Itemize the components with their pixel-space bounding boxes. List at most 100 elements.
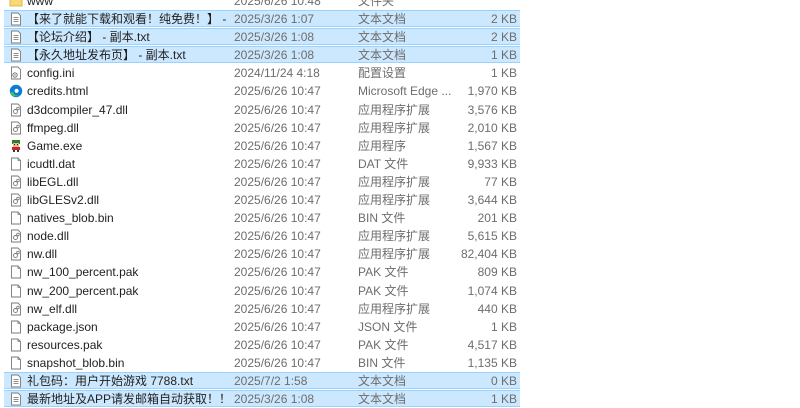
file-row[interactable]: 【论坛介绍】 - 副本.txt 2025/3/26 1:08 文本文档 2 KB [0, 28, 800, 46]
file-type: PAK 文件 [358, 265, 409, 280]
file-name: 【永久地址发布页】 - 副本.txt [27, 48, 186, 63]
dll-file-icon [9, 121, 23, 135]
file-row[interactable]: package.json 2025/6/26 10:47 JSON 文件 1 KB [0, 318, 800, 336]
blank-file-icon [9, 157, 23, 171]
file-row[interactable]: natives_blob.bin 2025/6/26 10:47 BIN 文件 201… [0, 209, 800, 227]
dll-file-icon [9, 103, 23, 117]
file-name: Game.exe [27, 138, 83, 153]
file-type: 应用程序扩展 [358, 193, 431, 208]
file-size: 1,567 KB [467, 138, 517, 153]
file-name: 最新地址及APP请发邮箱自动获取！！！ [27, 392, 227, 407]
folder-icon [9, 0, 23, 8]
file-date-modified: 2025/6/26 10:47 [234, 229, 321, 244]
file-type: 文件夹 [358, 0, 395, 8]
file-size: 1,970 KB [467, 84, 517, 99]
file-name: nw_200_percent.pak [27, 283, 139, 298]
file-date-modified: 2025/3/26 1:07 [234, 12, 315, 27]
file-row[interactable]: libGLESv2.dll 2025/6/26 10:47 应用程序扩展 3,644 … [0, 191, 800, 209]
game-exe-icon [9, 139, 23, 153]
file-list: www 2025/6/26 10:48 文件夹 【来了就能下载和观看！纯免费！】 - … [0, 0, 800, 408]
file-size: 1 KB [490, 66, 517, 81]
file-type: 文本文档 [358, 373, 407, 388]
file-row[interactable]: 【永久地址发布页】 - 副本.txt 2025/3/26 1:08 文本文档 1 KB [0, 46, 800, 64]
file-row[interactable]: credits.html 2025/6/26 10:47 Microsoft Edg… [0, 82, 800, 100]
file-size: 1,135 KB [467, 355, 517, 370]
file-size: 2 KB [490, 12, 517, 27]
file-row[interactable]: node.dll 2025/6/26 10:47 应用程序扩展 5,615 KB [0, 227, 800, 245]
file-row[interactable]: snapshot_blob.bin 2025/6/26 10:47 BIN 文件 1,… [0, 354, 800, 372]
file-size: 77 KB [484, 174, 517, 189]
file-row[interactable]: nw_200_percent.pak 2025/6/26 10:47 PAK 文件 1… [0, 282, 800, 300]
file-size: 82,404 KB [460, 247, 517, 262]
file-row[interactable]: icudtl.dat 2025/6/26 10:47 DAT 文件 9,933 KB [0, 155, 800, 173]
text-file-icon [9, 48, 23, 62]
file-name: www [27, 0, 53, 8]
file-date-modified: 2025/6/26 10:47 [234, 355, 321, 370]
file-name: resources.pak [27, 337, 103, 352]
file-row[interactable]: www 2025/6/26 10:48 文件夹 [0, 0, 800, 10]
dll-file-icon [9, 175, 23, 189]
file-name: nw_elf.dll [27, 301, 78, 316]
file-size: 5,615 KB [467, 229, 517, 244]
file-row[interactable]: nw.dll 2025/6/26 10:47 应用程序扩展 82,404 KB [0, 245, 800, 263]
file-row[interactable]: d3dcompiler_47.dll 2025/6/26 10:47 应用程序扩展 3… [0, 101, 800, 119]
file-date-modified: 2025/6/26 10:47 [234, 337, 321, 352]
file-date-modified: 2025/6/26 10:47 [234, 283, 321, 298]
file-row[interactable]: nw_elf.dll 2025/6/26 10:47 应用程序扩展 440 KB [0, 300, 800, 318]
file-type: 应用程序扩展 [358, 301, 431, 316]
file-type: DAT 文件 [358, 156, 409, 171]
file-type: JSON 文件 [358, 319, 418, 334]
edge-icon [9, 84, 23, 98]
file-row[interactable]: resources.pak 2025/6/26 10:47 PAK 文件 4,517 … [0, 336, 800, 354]
blank-file-icon [9, 356, 23, 370]
file-type: PAK 文件 [358, 337, 409, 352]
file-date-modified: 2025/6/26 10:47 [234, 319, 321, 334]
file-date-modified: 2025/3/26 1:08 [234, 48, 315, 63]
file-row[interactable]: 礼包码：用户开始游戏 7788.txt 2025/7/2 1:58 文本文档 0 KB [0, 371, 800, 390]
file-name: icudtl.dat [27, 156, 76, 171]
file-name: node.dll [27, 229, 70, 244]
file-size: 201 KB [477, 211, 517, 226]
blank-file-icon [9, 284, 23, 298]
file-date-modified: 2025/6/26 10:47 [234, 211, 321, 226]
file-name: 【来了就能下载和观看！纯免费！】 - 副... [27, 12, 227, 27]
file-size: 9,933 KB [467, 156, 517, 171]
file-row[interactable]: 【来了就能下载和观看！纯免费！】 - 副... 2025/3/26 1:07 文本文… [0, 10, 800, 28]
file-type: 应用程序扩展 [358, 229, 431, 244]
file-name: nw.dll [27, 247, 58, 262]
file-date-modified: 2025/6/26 10:47 [234, 138, 321, 153]
dll-file-icon [9, 193, 23, 207]
dll-file-icon [9, 247, 23, 261]
file-name: libEGL.dll [27, 174, 79, 189]
file-type: 配置设置 [358, 66, 407, 81]
file-name: 【论坛介绍】 - 副本.txt [27, 30, 150, 45]
file-type: Microsoft Edge ... [358, 84, 452, 99]
text-file-icon [9, 30, 23, 44]
file-type: BIN 文件 [358, 355, 406, 370]
file-date-modified: 2025/3/26 1:08 [234, 392, 315, 407]
blank-file-icon [9, 211, 23, 225]
file-date-modified: 2025/6/26 10:47 [234, 247, 321, 262]
file-size: 4,517 KB [467, 337, 517, 352]
file-name: ffmpeg.dll [27, 120, 79, 135]
file-name: 礼包码：用户开始游戏 7788.txt [27, 373, 194, 388]
file-row[interactable]: 最新地址及APP请发邮箱自动获取！！！ 2025/3/26 1:08 文本文档 1 K… [0, 390, 800, 408]
file-row[interactable]: ffmpeg.dll 2025/6/26 10:47 应用程序扩展 2,010 KB [0, 119, 800, 137]
file-date-modified: 2025/6/26 10:47 [234, 265, 321, 280]
file-type: 文本文档 [358, 48, 407, 63]
file-size: 0 KB [490, 373, 517, 388]
file-type: 应用程序扩展 [358, 120, 431, 135]
file-date-modified: 2025/6/26 10:47 [234, 102, 321, 117]
file-row[interactable]: nw_100_percent.pak 2025/6/26 10:47 PAK 文件 8… [0, 263, 800, 281]
file-type: 文本文档 [358, 12, 407, 27]
file-date-modified: 2025/3/26 1:08 [234, 30, 315, 45]
file-date-modified: 2025/7/2 1:58 [234, 373, 308, 388]
file-size: 809 KB [477, 265, 517, 280]
file-type: 应用程序扩展 [358, 247, 431, 262]
file-name: config.ini [27, 66, 75, 81]
file-row[interactable]: libEGL.dll 2025/6/26 10:47 应用程序扩展 77 KB [0, 173, 800, 191]
file-row[interactable]: config.ini 2024/11/24 4:18 配置设置 1 KB [0, 64, 800, 82]
file-row[interactable]: Game.exe 2025/6/26 10:47 应用程序 1,567 KB [0, 137, 800, 155]
file-size: 2,010 KB [467, 120, 517, 135]
text-file-icon [9, 374, 23, 388]
